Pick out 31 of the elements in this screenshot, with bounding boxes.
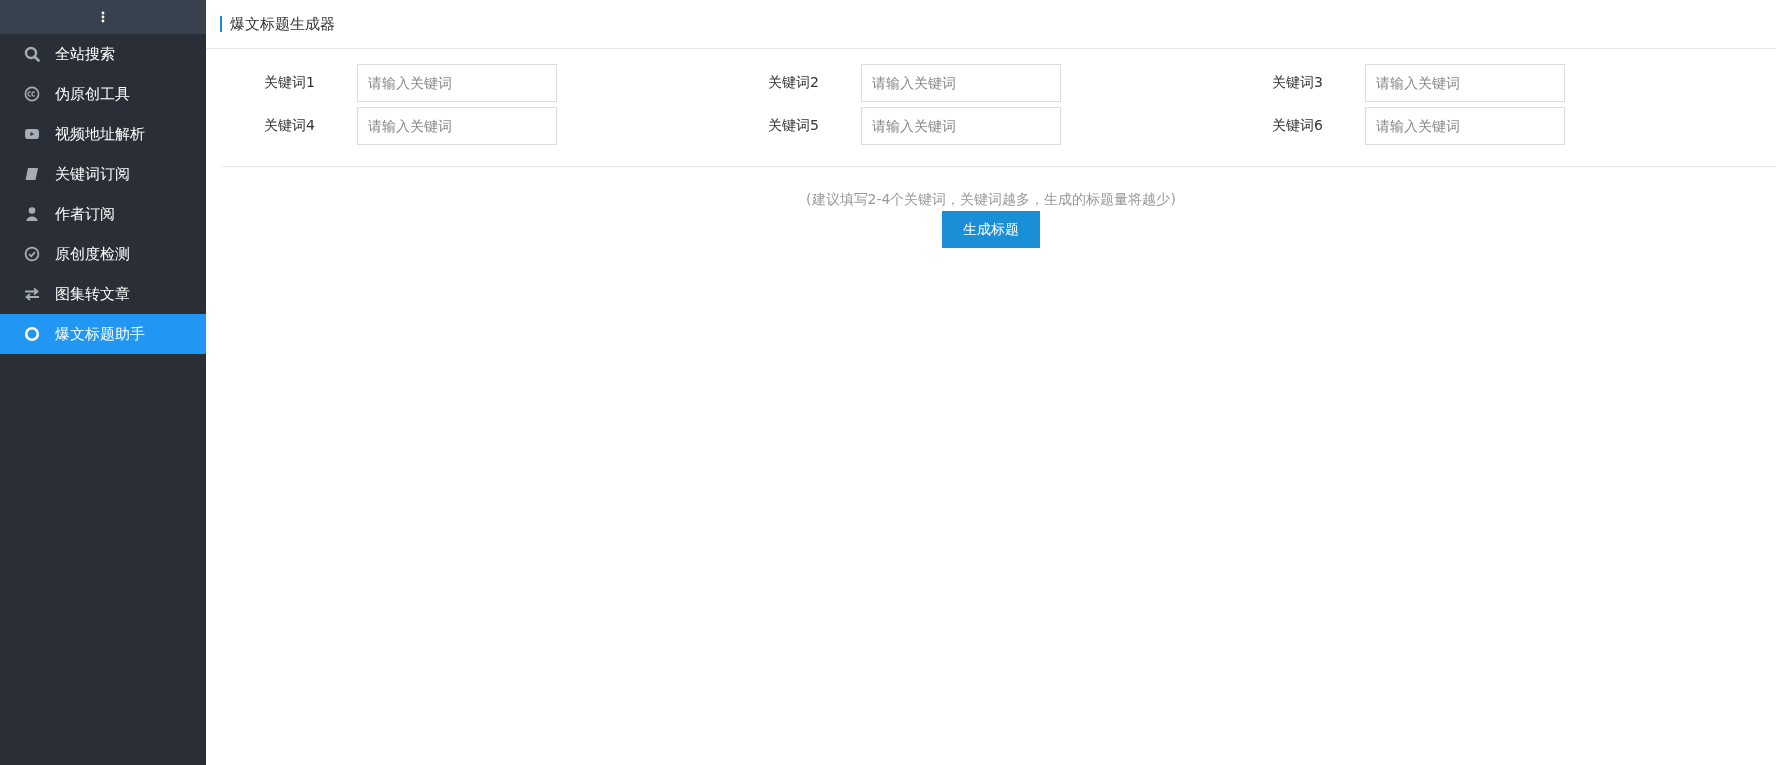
keyword-input[interactable]: 请输入关键词 — [1365, 64, 1565, 102]
cc-circle-icon — [24, 86, 40, 102]
sidebar-item[interactable]: 全站搜索 — [0, 34, 206, 74]
keyword-input[interactable]: 请输入关键词 — [861, 107, 1061, 145]
sidebar-item[interactable]: 伪原创工具 — [0, 74, 206, 114]
field-label: 关键词4 — [264, 117, 316, 135]
vertical-dots-icon[interactable] — [101, 11, 105, 23]
field-label: 关键词6 — [1272, 117, 1324, 135]
book-icon — [24, 166, 40, 182]
keyword-input[interactable]: 请输入关键词 — [1365, 107, 1565, 145]
field-label: 关键词3 — [1272, 74, 1324, 92]
keyword-input[interactable]: 请输入关键词 — [357, 107, 557, 145]
play-icon — [24, 126, 40, 142]
sidebar-item[interactable]: 视频地址解析 — [0, 114, 206, 154]
field-label: 关键词5 — [768, 117, 820, 135]
check-circle-icon — [24, 246, 40, 262]
search-icon — [24, 46, 40, 62]
field-label: 关键词2 — [768, 74, 820, 92]
keyword-input[interactable]: 请输入关键词 — [357, 64, 557, 102]
swap-arrows-icon — [24, 286, 40, 302]
field-label: 关键词1 — [264, 74, 316, 92]
sidebar-item[interactable]: 图集转文章 — [0, 274, 206, 314]
generate-button[interactable]: 生成标题 — [942, 211, 1040, 248]
sidebar-item[interactable]: 作者订阅 — [0, 194, 206, 234]
ring-icon — [24, 326, 40, 342]
sidebar-item[interactable]: 关键词订阅 — [0, 154, 206, 194]
panel-title: 爆文标题生成器 — [220, 16, 335, 32]
hint-text: (建议填写2-4个关键词，关键词越多，生成的标题量将越少) — [806, 191, 1176, 209]
sidebar-item[interactable]: 原创度检测 — [0, 234, 206, 274]
user-icon — [24, 206, 40, 222]
keyword-input[interactable]: 请输入关键词 — [861, 64, 1061, 102]
